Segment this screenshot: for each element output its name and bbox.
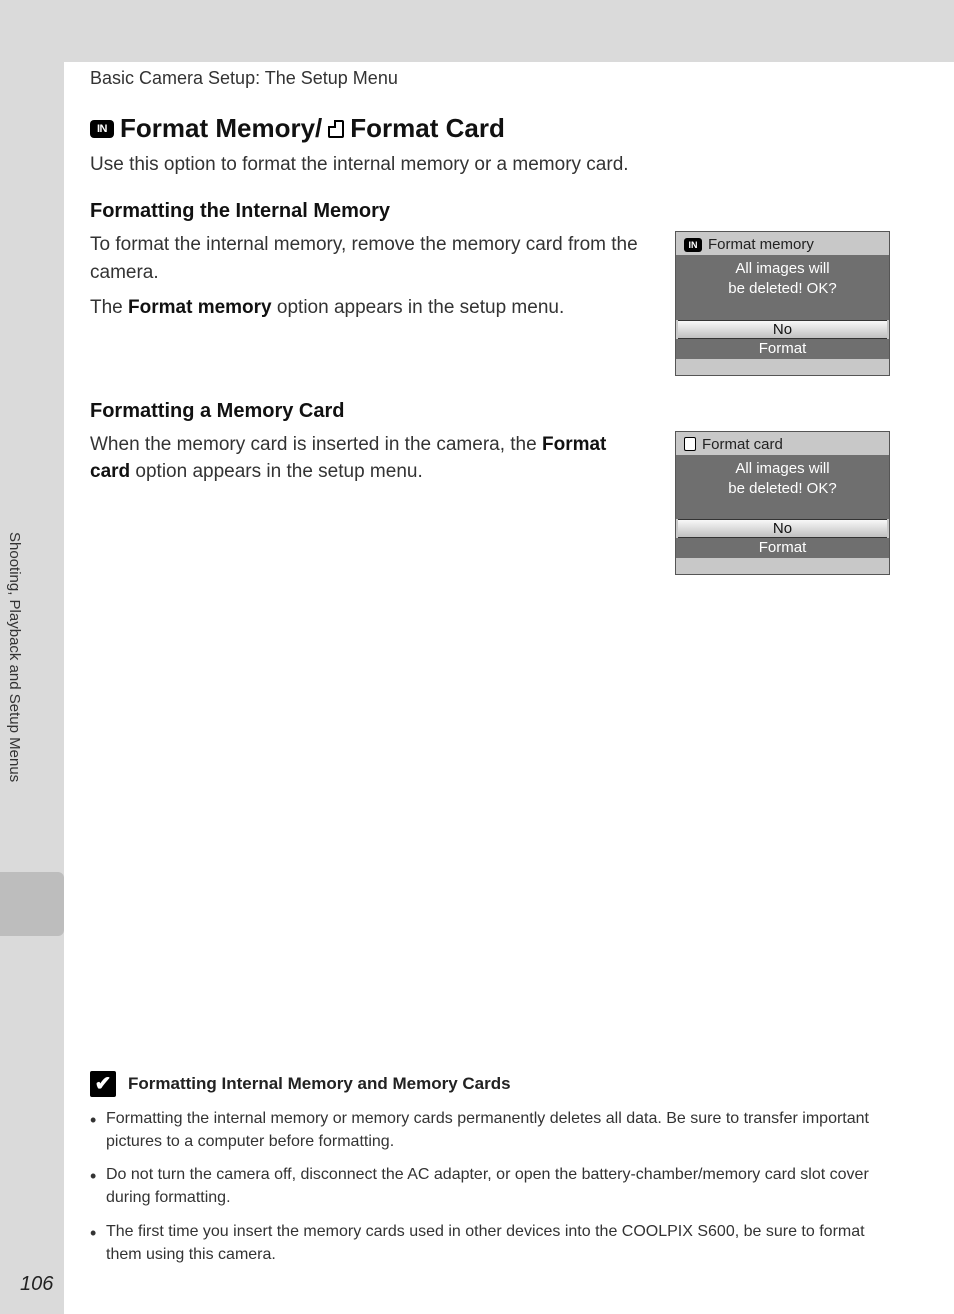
memory-card-icon bbox=[328, 120, 344, 138]
lcd1-no-button[interactable]: No bbox=[678, 320, 887, 339]
lcd1-title-row: IN Format memory bbox=[676, 232, 889, 255]
lcd2-footer bbox=[676, 558, 889, 574]
lcd1-format-button[interactable]: Format bbox=[676, 339, 889, 359]
lcd1-message: All images will be deleted! OK? bbox=[676, 255, 889, 320]
section2-heading: Formatting a Memory Card bbox=[90, 400, 890, 423]
lcd2-format-button[interactable]: Format bbox=[676, 538, 889, 558]
lcd2-message: All images will be deleted! OK? bbox=[676, 455, 889, 520]
breadcrumb: Basic Camera Setup: The Setup Menu bbox=[90, 62, 890, 113]
lcd2-title-row: Format card bbox=[676, 432, 889, 455]
internal-memory-icon: IN bbox=[90, 120, 114, 138]
internal-memory-icon: IN bbox=[684, 238, 702, 252]
note-item: Formatting the internal memory or memory… bbox=[90, 1107, 890, 1153]
intro-text: Use this option to format the internal m… bbox=[90, 154, 890, 176]
section2-body: When the memory card is inserted in the … bbox=[90, 431, 651, 494]
side-tab: Shooting, Playback and Setup Menus bbox=[0, 532, 64, 932]
note-box: ✔ Formatting Internal Memory and Memory … bbox=[90, 1071, 890, 1276]
note-item: The first time you insert the memory car… bbox=[90, 1220, 890, 1266]
page-title: IN Format Memory/ Format Card bbox=[90, 113, 890, 144]
title-text-1: Format Memory/ bbox=[120, 113, 322, 144]
side-tab-block bbox=[0, 872, 64, 936]
title-text-2: Format Card bbox=[350, 113, 505, 144]
section1-body: To format the internal memory, remove th… bbox=[90, 231, 651, 330]
lcd2-title: Format card bbox=[702, 436, 783, 453]
lcd-format-memory: IN Format memory All images will be dele… bbox=[675, 231, 890, 376]
section1-heading: Formatting the Internal Memory bbox=[90, 200, 890, 223]
lcd1-title: Format memory bbox=[708, 236, 814, 253]
lcd-format-card: Format card All images will be deleted! … bbox=[675, 431, 890, 576]
page-number: 106 bbox=[20, 1273, 53, 1296]
note-heading: Formatting Internal Memory and Memory Ca… bbox=[128, 1074, 511, 1094]
section1-p2: The Format memory option appears in the … bbox=[90, 294, 651, 322]
memory-card-icon bbox=[684, 437, 696, 451]
lcd1-footer bbox=[676, 359, 889, 375]
check-icon: ✔ bbox=[90, 1071, 116, 1097]
lcd2-no-button[interactable]: No bbox=[678, 519, 887, 538]
note-item: Do not turn the camera off, disconnect t… bbox=[90, 1163, 890, 1209]
side-tab-label: Shooting, Playback and Setup Menus bbox=[6, 532, 23, 782]
section1-p1: To format the internal memory, remove th… bbox=[90, 231, 651, 286]
